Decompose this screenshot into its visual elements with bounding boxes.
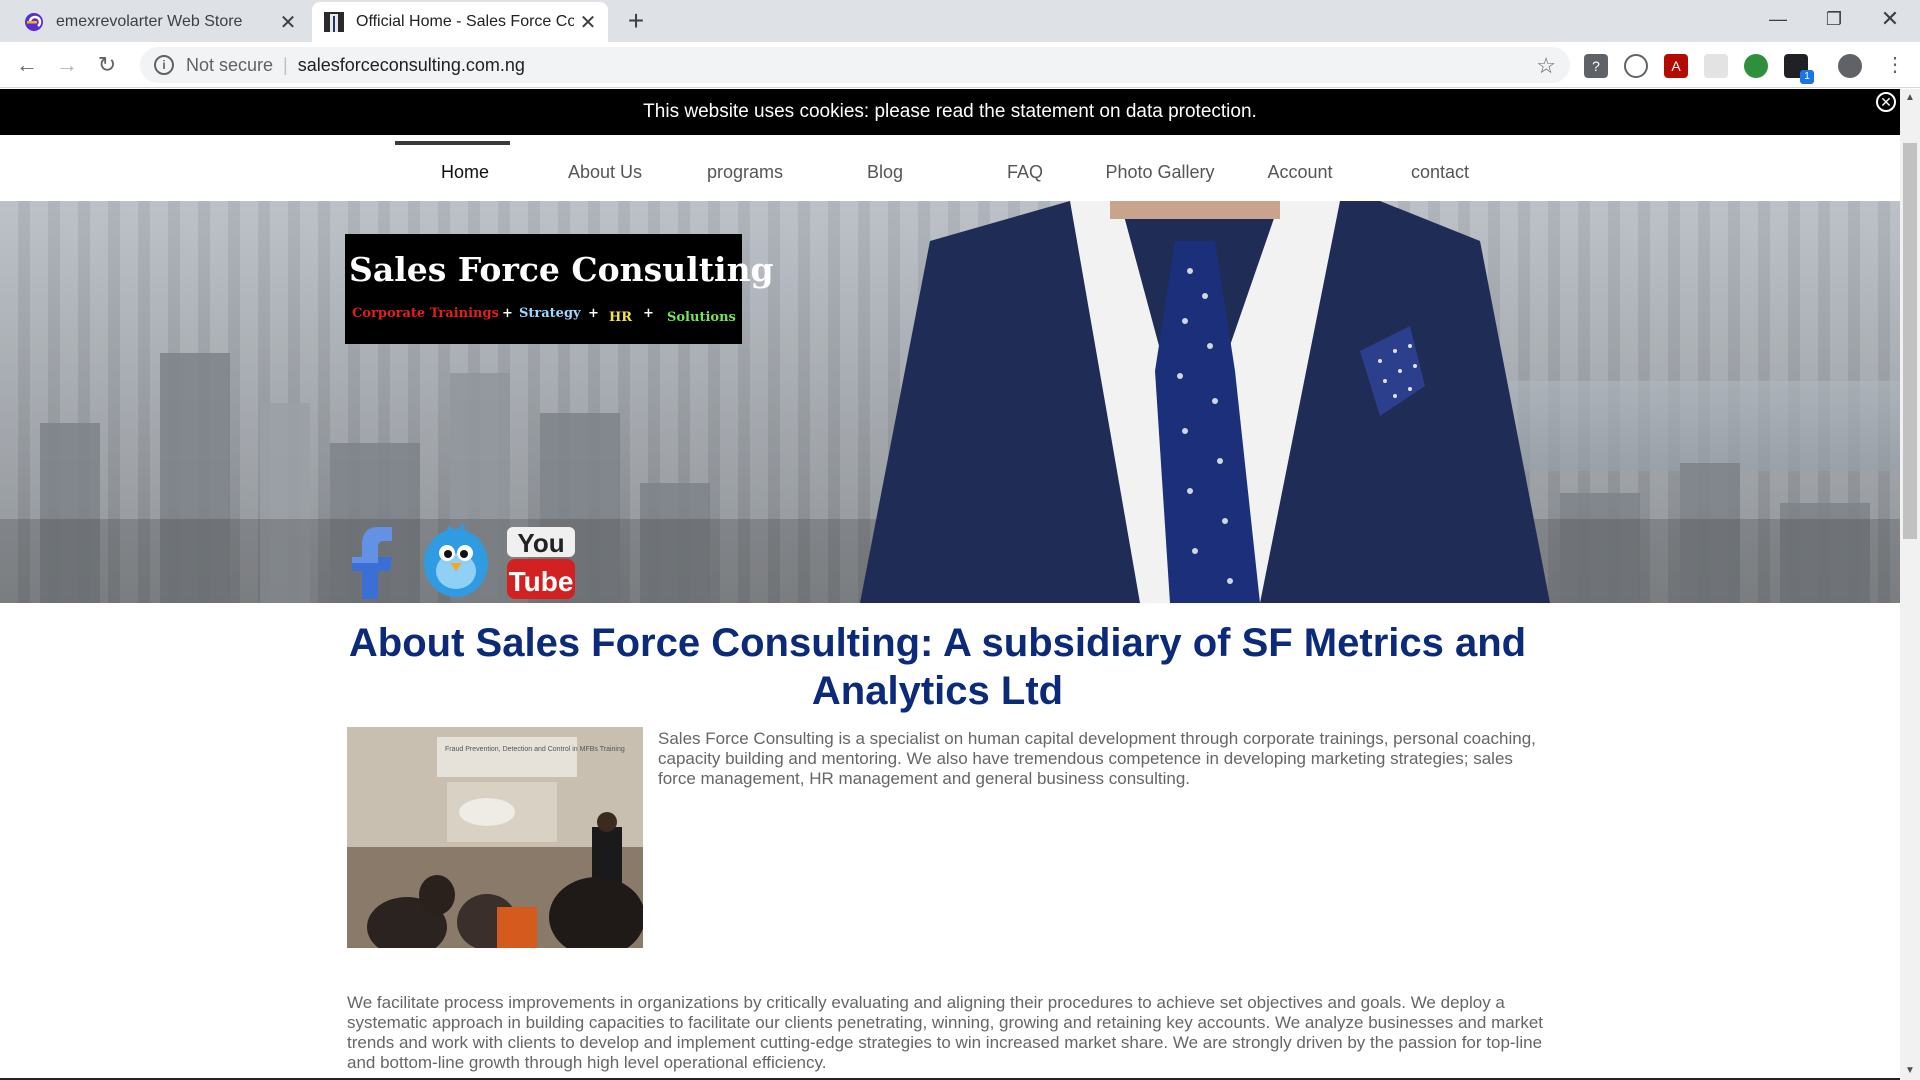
scroll-down-arrow-icon[interactable]: ▼ — [1900, 1062, 1920, 1080]
box-extension-icon[interactable]: 1 — [1784, 54, 1814, 84]
nav-item-account[interactable]: Account — [1230, 135, 1370, 201]
tab-title: Official Home - Sales Force Cons — [356, 13, 574, 30]
address-bar[interactable]: i Not secure | salesforceconsulting.com.… — [140, 47, 1570, 83]
minimize-icon[interactable]: — — [1750, 0, 1806, 38]
nav-item-about-us[interactable]: About Us — [535, 135, 675, 201]
hero-banner: Sales Force Consulting Corporate Trainin… — [0, 201, 1900, 603]
businessman-suit-image — [860, 201, 1550, 603]
scrollbar-thumb[interactable] — [1903, 143, 1917, 539]
cookie-notice-bar: This website uses cookies: please read t… — [0, 89, 1900, 135]
main-navigation: Home About Us programs Blog FAQ Photo Ga… — [0, 135, 1900, 201]
restore-icon[interactable]: ❐ — [1806, 0, 1862, 38]
extension-badge: 1 — [1800, 70, 1814, 84]
about-intro-text: Sales Force Consulting is a specialist o… — [658, 729, 1536, 788]
reload-icon[interactable]: ↻ — [92, 50, 122, 80]
globe-extension-icon[interactable] — [1744, 54, 1768, 78]
tab-webstore[interactable]: emexrevolarter Web Store ✕ — [12, 2, 308, 42]
nav-item-photo-gallery[interactable]: Photo Gallery — [1090, 135, 1230, 201]
about-body-text: We facilitate process improvements in or… — [347, 993, 1544, 1072]
logo-tag-hr: HR — [609, 310, 633, 325]
help-extension-icon[interactable]: ? — [1584, 54, 1608, 78]
tab-title: emexrevolarter Web Store — [56, 13, 243, 30]
site-logo[interactable]: Sales Force Consulting Corporate Trainin… — [345, 234, 774, 344]
logo-tag-trainings: Corporate Trainings — [352, 306, 499, 321]
logo-title: Sales Force Consulting — [349, 250, 774, 289]
facebook-icon[interactable] — [348, 519, 398, 603]
logo-tag-plus: + — [502, 306, 513, 321]
menu-kebab-icon[interactable]: ⋮ — [1880, 50, 1910, 80]
nav-item-faq[interactable]: FAQ — [955, 135, 1095, 201]
cookie-notice-text: This website uses cookies: please read t… — [643, 101, 1257, 122]
url-separator: | — [283, 54, 288, 75]
logo-tag-solutions: Solutions — [667, 310, 736, 325]
translate-extension-icon[interactable] — [1704, 54, 1728, 78]
nav-item-contact[interactable]: contact — [1370, 135, 1510, 201]
headphones-extension-icon[interactable] — [1624, 54, 1648, 78]
about-heading: About Sales Force Consulting: A subsidia… — [348, 621, 1527, 713]
logo-tag-plus: + — [643, 306, 654, 321]
web-page: This website uses cookies: please read t… — [0, 89, 1900, 1080]
browser-toolbar: ← → ↻ i Not secure | salesforceconsultin… — [0, 42, 1920, 88]
info-icon[interactable]: i — [154, 55, 174, 75]
logo-tag-strategy: Strategy — [519, 306, 581, 321]
pdf-extension-icon[interactable]: A — [1664, 54, 1688, 78]
nav-item-blog[interactable]: Blog — [815, 135, 955, 201]
training-photo: Fraud Prevention, Detection and Control … — [347, 727, 643, 948]
photo-caption: Fraud Prevention, Detection and Control … — [445, 746, 625, 753]
nav-item-home[interactable]: Home — [395, 135, 535, 201]
bookmark-star-icon[interactable]: ☆ — [1536, 53, 1556, 79]
youtube-tube-text: Tube — [509, 566, 574, 597]
tab-strip: emexrevolarter Web Store ✕ Official Home… — [0, 0, 1920, 42]
forward-icon[interactable]: → — [52, 50, 82, 80]
url-text[interactable]: salesforceconsulting.com.ng — [298, 55, 525, 76]
profile-avatar-icon[interactable] — [1838, 54, 1862, 78]
webstore-favicon-icon — [25, 13, 43, 31]
youtube-you-text: You — [517, 528, 564, 558]
nav-item-programs[interactable]: programs — [675, 135, 815, 201]
close-tab-icon[interactable]: ✕ — [274, 10, 302, 35]
security-label: Not secure — [186, 54, 274, 75]
page-scrollbar[interactable]: ▲ ▼ — [1900, 89, 1920, 1080]
training-photo-image: Fraud Prevention, Detection and Control … — [347, 727, 643, 948]
back-icon[interactable]: ← — [12, 50, 42, 80]
new-tab-button[interactable]: + — [620, 6, 652, 38]
scroll-up-arrow-icon[interactable]: ▲ — [1900, 89, 1920, 107]
close-circle-icon[interactable]: ✕ — [1876, 92, 1896, 112]
close-tab-icon[interactable]: ✕ — [574, 10, 602, 35]
youtube-icon[interactable]: You Tube — [505, 519, 577, 603]
twitter-icon[interactable] — [420, 519, 492, 603]
site-favicon-icon — [324, 12, 344, 32]
window-close-icon[interactable]: ✕ — [1862, 0, 1918, 38]
logo-tag-plus: + — [588, 306, 599, 321]
tab-sales-force[interactable]: Official Home - Sales Force Cons ✕ — [312, 2, 608, 42]
